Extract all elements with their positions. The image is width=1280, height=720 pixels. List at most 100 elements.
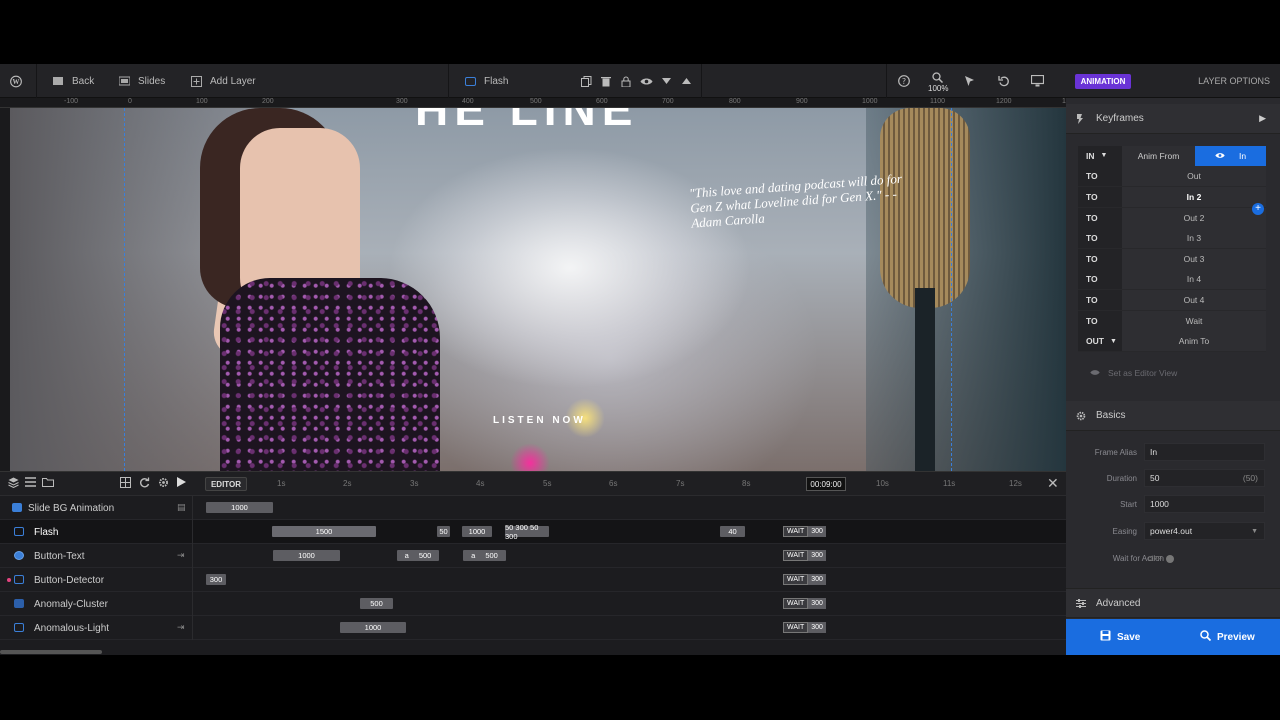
timeline-bar[interactable]: 1000 [273,550,340,561]
timeline-scrollbar[interactable] [0,650,102,654]
wordpress-logo-button[interactable]: W [10,64,22,98]
timeline-bar[interactable]: 50 [437,526,450,537]
close-icon[interactable]: ✕ [1047,475,1059,492]
start-input[interactable]: 1000 [1144,495,1265,513]
play-icon[interactable] [177,477,186,491]
timeline-bar[interactable]: 300 [206,574,226,585]
wait-marker[interactable]: WAIT 300 [783,598,826,609]
wait-marker[interactable]: WAIT 300 [783,526,826,537]
editor-button[interactable]: EDITOR [205,477,247,491]
keyframe-type[interactable]: IN ▼ [1078,145,1122,166]
keyframe-row[interactable]: TO Out 4 [1078,289,1266,311]
anomalous-light[interactable] [510,443,550,471]
keyframe-row-selected[interactable]: TO In 2 [1078,186,1266,208]
lock-icon[interactable] [619,74,633,88]
keyframe-row[interactable]: TO In 4 [1078,269,1266,291]
timeline-bar[interactable]: 1000 [206,502,273,513]
duration-input[interactable]: 50 (50) [1144,469,1265,487]
duplicate-icon[interactable] [579,74,593,88]
keyframe-icon [1076,114,1084,127]
headline-layer[interactable]: HE LINE [415,108,638,136]
keyframe-row[interactable]: TO Out 2 [1078,207,1266,229]
settings-icon[interactable] [158,477,169,491]
wait-marker[interactable]: WAIT 300 [783,574,826,585]
zoom-icon[interactable] [930,70,944,84]
wait-marker[interactable]: WAIT 300 [783,622,826,633]
set-editor-view-button[interactable]: Set as Editor View [1090,368,1177,378]
keyframe-anim-from[interactable]: Anim From [1122,146,1195,166]
undo-icon[interactable] [997,74,1011,88]
guide-line-left[interactable] [124,108,125,471]
add-keyframe-button[interactable]: + [1252,203,1264,215]
tab-animation[interactable]: ANIMATION [1075,74,1131,89]
basics-section-header[interactable]: Basics [1066,401,1280,431]
ruler-mark: 500 [530,98,542,105]
list-icon[interactable] [25,477,36,491]
keyframe-active-in[interactable]: In [1195,146,1266,166]
folder-icon[interactable] [42,477,54,491]
keyframe-type[interactable]: OUT ▼ [1078,331,1122,352]
current-layer[interactable]: Flash [464,64,508,98]
keyframes-section-header[interactable]: Keyframes ▶ [1066,104,1280,134]
timeline-bar[interactable]: 1000 [340,622,406,633]
timeline-bar[interactable]: a 500 [397,550,439,561]
row-label-button-detector: Button-Detector [34,574,105,586]
collapse-icon[interactable]: ⇥ [177,550,185,561]
microphone-stand-image [915,288,935,471]
tab-layer-options[interactable]: LAYER OPTIONS [1198,76,1270,86]
slides-label: Slides [138,75,166,87]
keyframe-row[interactable]: TO In 3 [1078,228,1266,249]
grid-icon [52,75,64,87]
help-icon[interactable]: ? [897,74,911,88]
slide-canvas[interactable]: HE LINE "This love and dating podcast wi… [10,108,1066,471]
timeline-row-anomalous-light[interactable]: Anomalous-Light ⇥ 1000 WAIT 300 [0,616,1066,640]
keyframe-row-in[interactable]: IN ▼ Anim From In [1078,145,1266,167]
trash-icon[interactable] [599,74,613,88]
timeline-row-anomaly-cluster[interactable]: Anomaly-Cluster 500 WAIT 300 [0,592,1066,616]
timeline-bar[interactable]: 500 [360,598,393,609]
grid-view-icon[interactable] [120,477,131,491]
add-layer-button[interactable]: Add Layer [190,64,256,98]
guide-line-right[interactable] [951,108,952,471]
svg-text:W: W [13,78,20,85]
timeline-bar[interactable]: 40 [720,526,745,537]
timeline-row-slide-bg[interactable]: Slide BG Animation ▤ 1000 [0,496,1066,520]
timeline-bar[interactable]: 1000 [462,526,492,537]
advanced-section-header[interactable]: Advanced [1066,588,1280,618]
current-time-display[interactable]: 00:09:00 [806,477,846,491]
frame-alias-input[interactable]: In [1144,443,1265,461]
loop-icon[interactable] [139,477,150,491]
timeline-bar[interactable]: 1500 [272,526,376,537]
play-icon[interactable]: ▶ [1259,113,1266,124]
folder-small-icon[interactable]: ▤ [177,502,186,513]
wait-marker[interactable]: WAIT 300 [783,550,826,561]
collapse-icon[interactable]: ⇥ [177,622,185,633]
save-button[interactable]: Save [1100,619,1140,655]
easing-label: Easing [1112,527,1137,536]
listen-now-button-text[interactable]: LISTEN NOW [493,415,586,426]
timeline-bar[interactable]: 50 300 50 300 [505,523,549,541]
keyframe-row[interactable]: TO Out 3 [1078,248,1266,270]
back-button[interactable]: Back [52,64,94,98]
keyframe-row[interactable]: TO Wait [1078,310,1266,332]
timeline-bar[interactable]: a 500 [463,550,506,561]
chevron-up-icon[interactable] [679,74,693,88]
duration-label: Duration [1106,474,1137,483]
wait-for-action-toggle[interactable]: OFF [1148,555,1174,563]
ruler-mark: 600 [596,98,608,105]
keyframe-row-out[interactable]: OUT ▼ Anim To [1078,331,1266,352]
visibility-eye-icon[interactable] [639,74,653,88]
layer-icon [464,75,476,87]
easing-select[interactable]: power4.out ▼ [1144,522,1265,540]
cursor-icon[interactable] [963,74,977,88]
layers-icon[interactable] [8,477,19,491]
keyframe-row[interactable]: TO Out [1078,166,1266,188]
timeline-row-flash[interactable]: Flash 1500 50 1000 50 300 50 300 40 WAIT… [0,520,1066,544]
start-label: Start [1120,500,1137,509]
desktop-view-icon[interactable] [1030,74,1044,88]
chevron-down-icon[interactable] [659,74,673,88]
timeline-row-button-detector[interactable]: Button-Detector 300 WAIT 300 [0,568,1066,592]
slides-button[interactable]: Slides [118,64,165,98]
timeline-row-button-text[interactable]: Button-Text ⇥ 1000 a 500 a 500 WAIT 300 [0,544,1066,568]
preview-button[interactable]: Preview [1200,619,1255,655]
